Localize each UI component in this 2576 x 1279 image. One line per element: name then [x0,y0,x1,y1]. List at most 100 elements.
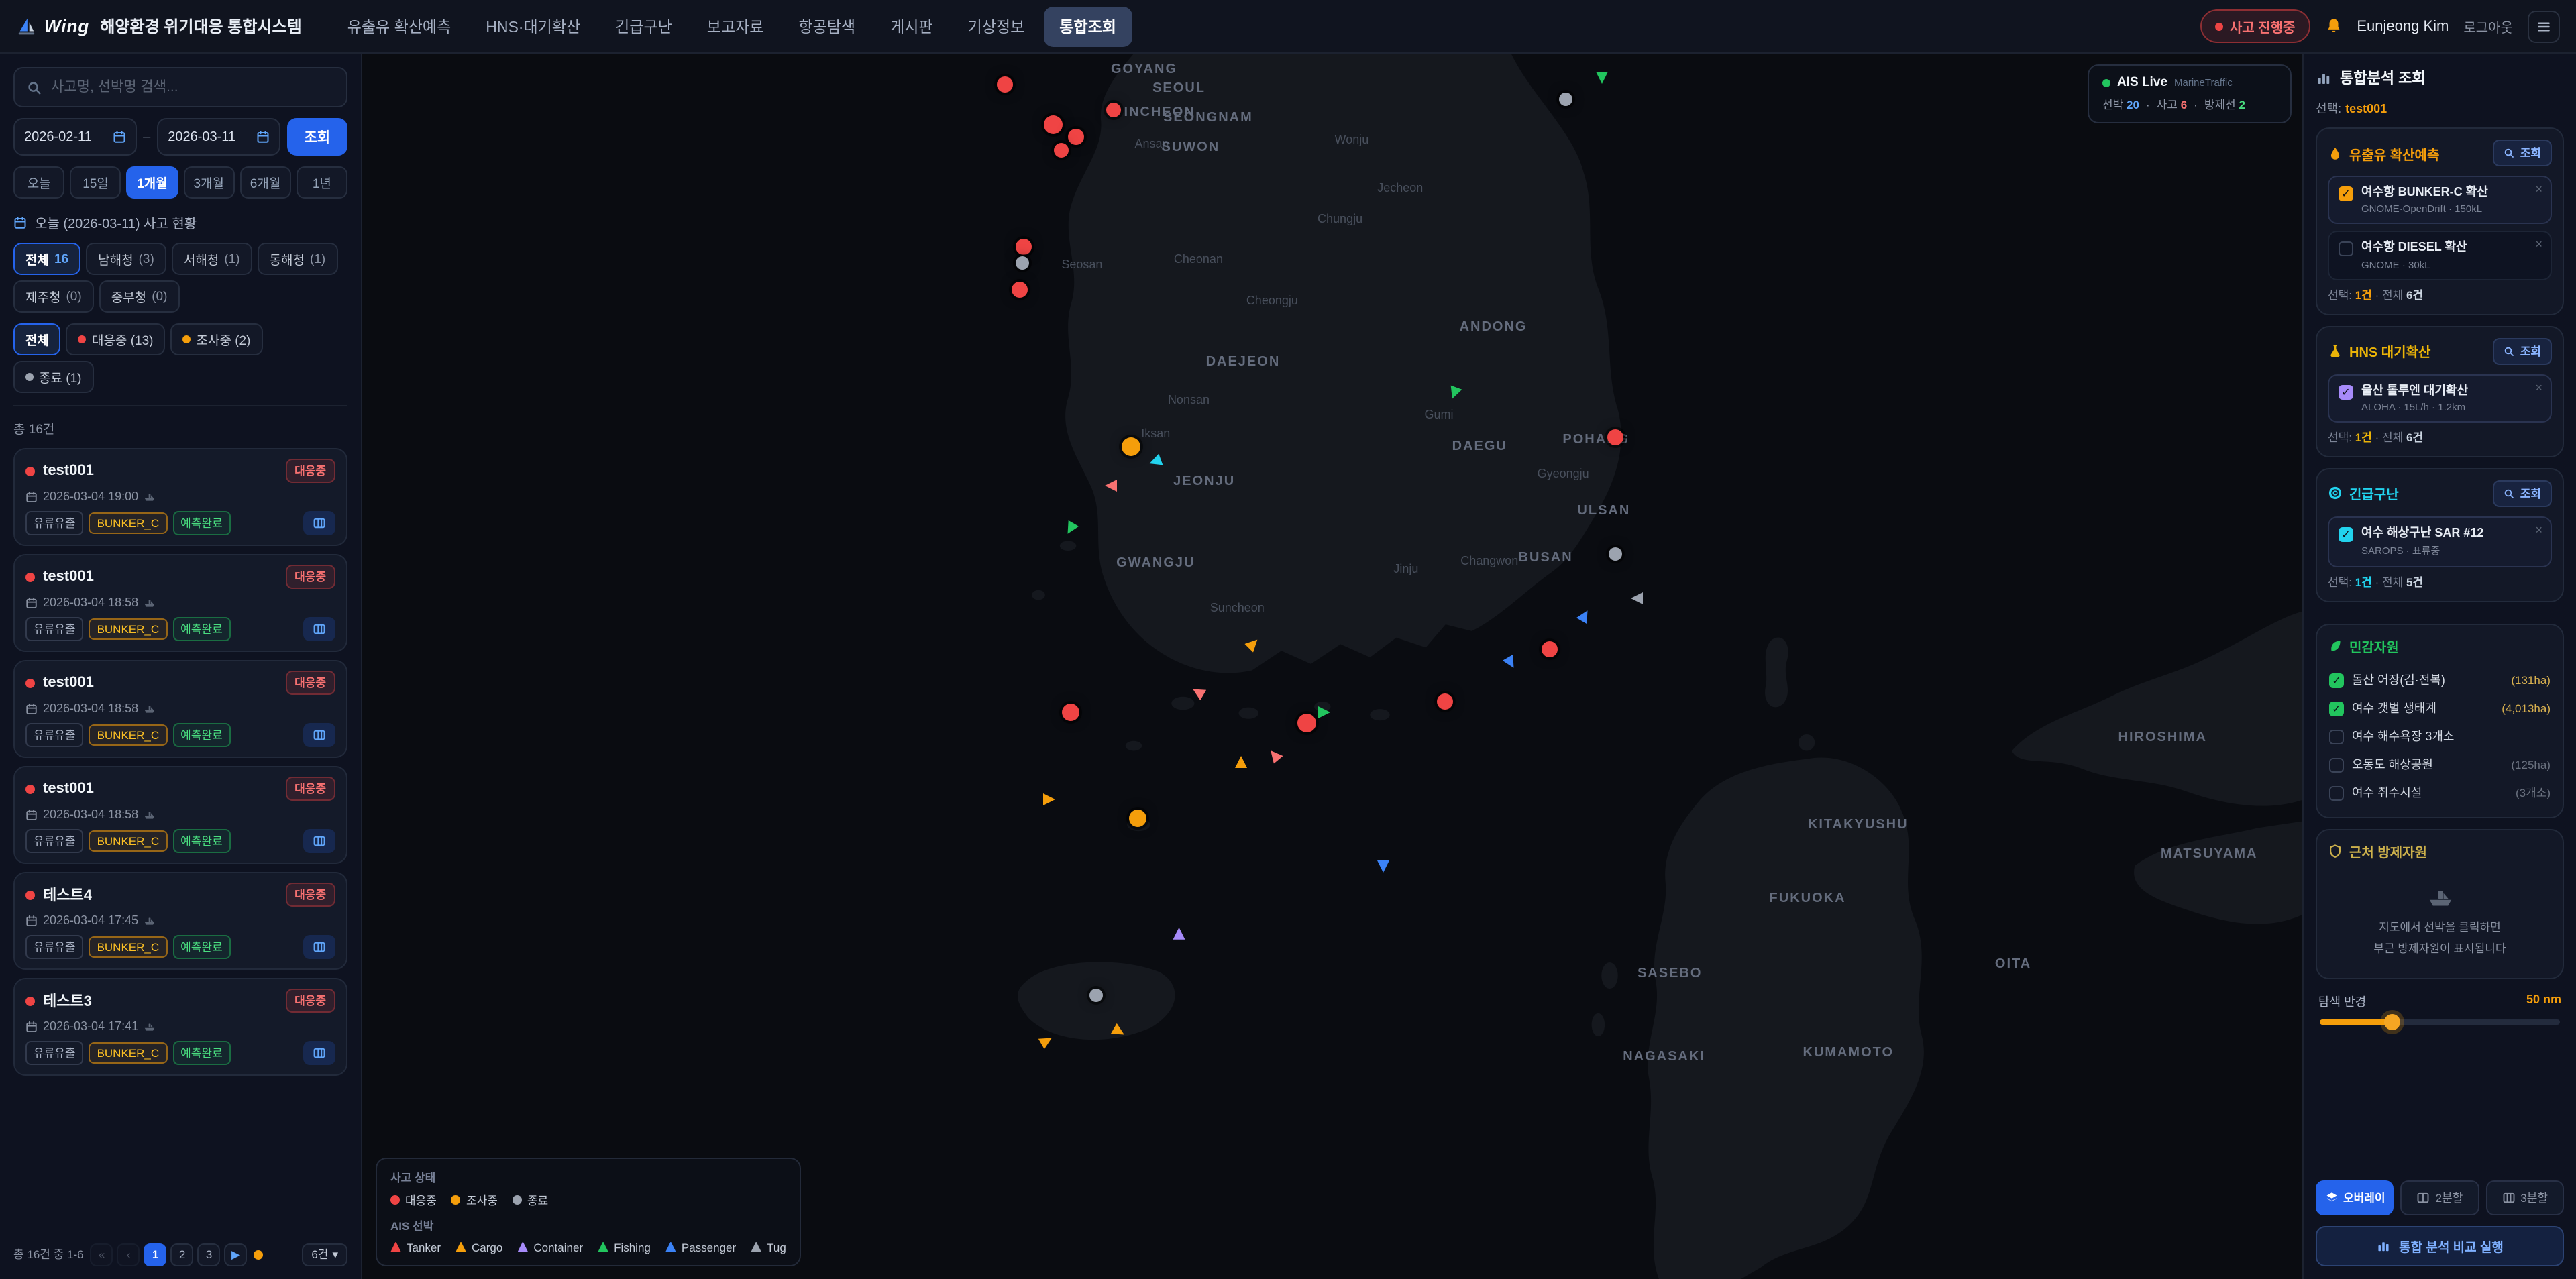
nav-item-1[interactable]: HNS·대기확산 [470,6,596,46]
view-mode-button-1[interactable]: 2분할 [2401,1180,2479,1215]
map-marker-incident[interactable] [1016,239,1032,256]
incident-open-button[interactable] [303,617,335,641]
run-analysis-button[interactable]: 통합 분석 비교 실행 [2316,1225,2564,1266]
page-button-1[interactable]: 1 [144,1243,167,1266]
item-checkbox[interactable] [2329,757,2344,772]
map-marker-incident[interactable] [1297,714,1316,732]
nav-item-2[interactable]: 긴급구난 [599,6,688,46]
item-remove-button[interactable]: × [2535,182,2542,196]
map-marker-incident[interactable] [1089,988,1102,1001]
item-checkbox[interactable]: ✓ [2329,701,2344,716]
status-filter-chip[interactable]: 종료 (1) [13,361,93,393]
incident-open-button[interactable] [303,723,335,747]
status-filter-chip[interactable]: 조사중 (2) [171,323,263,355]
region-filter-chip[interactable]: 중부청(0) [99,280,180,313]
sensitive-resource-row[interactable]: 여수 해수욕장 3개소 [2328,722,2552,750]
bell-icon[interactable] [2324,17,2342,35]
map-marker-incident[interactable] [1053,143,1068,158]
map-marker-incident[interactable] [1121,437,1140,456]
item-remove-button[interactable]: × [2535,523,2542,537]
map-marker-incident[interactable] [1130,810,1147,827]
map-marker-incident[interactable] [1044,115,1063,134]
item-remove-button[interactable]: × [2535,380,2542,394]
page-size-select[interactable]: 6건▾ [302,1243,347,1266]
analysis-item[interactable]: 여수항 DIESEL 확산 GNOME · 30kL × [2328,231,2552,280]
incident-card[interactable]: test001 대응중 2026-03-04 18:58 유류유출BUNKER_… [13,766,347,864]
page-button-2[interactable]: 2 [171,1243,194,1266]
item-checkbox[interactable]: ✓ [2339,186,2353,201]
incident-card[interactable]: test001 대응중 2026-03-04 19:00 유류유출BUNKER_… [13,448,347,546]
status-filter-chip[interactable]: 대응중 (13) [66,323,166,355]
range-button[interactable]: 오늘 [13,166,64,199]
logout-button[interactable]: 로그아웃 [2463,16,2513,36]
analysis-item[interactable]: ✓ 울산 톨루엔 대기확산 ALOHA · 15L/h · 1.2km × [2328,374,2552,423]
range-button[interactable]: 1년 [297,166,347,199]
incident-open-button[interactable] [303,1041,335,1065]
range-button[interactable]: 15일 [70,166,121,199]
region-filter-chip[interactable]: 전체16 [13,243,80,275]
range-button[interactable]: 6개월 [239,166,290,199]
incident-alert-badge[interactable]: 사고 진행중 [2200,9,2310,43]
region-filter-chip[interactable]: 제주청(0) [13,280,94,313]
incident-open-button[interactable] [303,935,335,959]
region-filter-chip[interactable]: 남해청(3) [86,243,166,275]
next-page-button[interactable]: ▶ [225,1243,248,1266]
menu-button[interactable] [2528,10,2560,42]
first-page-button[interactable]: « [91,1243,113,1266]
map-marker-incident[interactable] [1558,93,1572,106]
map-marker-incident[interactable] [1437,693,1453,710]
section-query-button[interactable]: 조회 [2493,140,2552,166]
auto-refresh-icon[interactable] [254,1249,264,1259]
incident-card[interactable]: test001 대응중 2026-03-04 18:58 유류유출BUNKER_… [13,660,347,758]
map-marker-incident[interactable] [1609,547,1622,560]
region-filter-chip[interactable]: 동해청(1) [258,243,338,275]
map-marker-incident[interactable] [1015,256,1028,270]
sensitive-resource-row[interactable]: 오동도 해상공원 (125ha) [2328,750,2552,778]
date-query-button[interactable]: 조회 [286,118,347,156]
search-input[interactable] [51,79,334,95]
item-checkbox[interactable] [2329,785,2344,800]
item-checkbox[interactable] [2339,242,2353,257]
prev-page-button[interactable]: ‹ [117,1243,140,1266]
date-from-input[interactable]: 2026-02-11 [13,118,136,156]
incident-open-button[interactable] [303,829,335,853]
view-mode-button-0[interactable]: 오버레이 [2316,1180,2394,1215]
status-filter-chip[interactable]: 전체 [13,323,61,355]
item-checkbox[interactable]: ✓ [2329,673,2344,687]
region-filter-chip[interactable]: 서해청(1) [172,243,252,275]
nav-item-7[interactable]: 통합조회 [1043,6,1132,46]
incident-card[interactable]: 테스트3 대응중 2026-03-04 17:41 유류유출BUNKER_C예측… [13,978,347,1076]
map-marker-incident[interactable] [1542,641,1558,657]
incident-card[interactable]: test001 대응중 2026-03-04 18:58 유류유출BUNKER_… [13,554,347,652]
sensitive-resource-row[interactable]: ✓ 여수 갯벌 생태계 (4,013ha) [2328,693,2552,722]
date-to-input[interactable]: 2026-03-11 [157,118,280,156]
range-button[interactable]: 3개월 [183,166,234,199]
radius-slider-knob[interactable] [2383,1014,2400,1030]
map[interactable]: GOYANGSEOULINCHEONSEONGNAMAnsanSUWONWonj… [362,54,2302,1279]
nav-item-3[interactable]: 보고자료 [691,6,780,46]
sensitive-resource-row[interactable]: 여수 취수시설 (3개소) [2328,778,2552,806]
range-button[interactable]: 1개월 [127,166,178,199]
section-query-button[interactable]: 조회 [2493,480,2552,507]
map-marker-incident[interactable] [996,76,1012,93]
ais-overlay[interactable]: AIS Live MarineTraffic 선박 20·사고 6·방제선 2 [2088,64,2292,123]
page-button-3[interactable]: 3 [198,1243,221,1266]
map-marker-incident[interactable] [1012,282,1028,298]
radius-slider[interactable] [2320,1019,2560,1025]
analysis-item[interactable]: ✓ 여수 해상구난 SAR #12 SAROPS · 표류중 × [2328,516,2552,568]
map-marker-incident[interactable] [1106,103,1120,117]
map-marker-incident[interactable] [1062,704,1079,722]
item-remove-button[interactable]: × [2535,238,2542,252]
item-checkbox[interactable]: ✓ [2339,527,2353,542]
incident-open-button[interactable] [303,511,335,535]
nav-item-6[interactable]: 기상정보 [952,6,1041,46]
incident-card[interactable]: 테스트4 대응중 2026-03-04 17:45 유류유출BUNKER_C예측… [13,872,347,970]
item-checkbox[interactable]: ✓ [2339,384,2353,399]
sensitive-resource-row[interactable]: ✓ 돌산 어장(김·전복) (131ha) [2328,665,2552,693]
map-marker-incident[interactable] [1607,429,1623,445]
nav-item-5[interactable]: 게시판 [874,6,949,46]
nav-item-4[interactable]: 항공탐색 [782,6,871,46]
analysis-item[interactable]: ✓ 여수항 BUNKER-C 확산 GNOME·OpenDrift · 150k… [2328,176,2552,225]
item-checkbox[interactable] [2329,729,2344,744]
map-marker-incident[interactable] [1068,129,1084,145]
